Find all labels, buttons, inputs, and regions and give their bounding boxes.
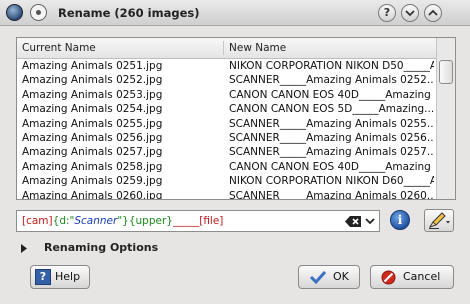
current-name: Amazing Animals 0260.jpg: [22, 189, 163, 200]
new-name: SCANNER_____Amazing Animals 0252...: [229, 74, 434, 87]
column-header-current-name[interactable]: Current Name: [22, 42, 96, 54]
current-name: Amazing Animals 0254.jpg: [22, 103, 163, 116]
new-name: CANON CANON EOS 40D_____Amazing Ani...: [229, 88, 434, 101]
cancel-button[interactable]: Cancel: [370, 265, 454, 289]
current-name: Amazing Animals 0259.jpg: [22, 175, 163, 188]
list-row[interactable]: Amazing Animals 0260.jpg SCANNER_____Amaz…: [17, 189, 437, 200]
rename-preview-list[interactable]: Current Name New Name Amazing Animals 02…: [16, 37, 456, 200]
new-name: CANON CANON EOS 40D_____Amazing Ani...: [229, 160, 434, 173]
info-button[interactable]: i: [390, 210, 410, 230]
pattern-separator: _____: [172, 215, 200, 227]
pattern-token-cam: [cam]: [22, 215, 53, 227]
current-name: Amazing Animals 0252.jpg: [22, 74, 163, 87]
new-name: SCANNER_____Amazing Animals 0255...: [229, 117, 434, 130]
new-name: NIKON CORPORATION NIKON D60_____Amazing.…: [229, 175, 434, 188]
pencil-icon: [428, 212, 450, 229]
chevron-right-icon[interactable]: [20, 244, 28, 253]
list-rows: Amazing Animals 0251.jpg NIKON CORPORATIO…: [17, 59, 437, 200]
title-bar: Rename (260 images) ?: [0, 0, 470, 26]
vertical-scrollbar[interactable]: [436, 38, 455, 199]
list-row[interactable]: Amazing Animals 0252.jpg SCANNER_____Amaz…: [17, 73, 437, 87]
column-separator[interactable]: [223, 41, 224, 55]
list-row[interactable]: Amazing Animals 0259.jpg NIKON CORPORATIO…: [17, 174, 437, 188]
list-row[interactable]: Amazing Animals 0257.jpg SCANNER_____Amaz…: [17, 145, 437, 159]
new-name: SCANNER_____Amazing Animals 0256...: [229, 131, 434, 144]
checkmark-icon: [309, 270, 327, 284]
rename-pattern-input[interactable]: [cam]{d:"Scanner"}{upper}_____[file]: [16, 210, 380, 232]
pattern-modifier-default-open: {d:": [52, 215, 75, 227]
current-name: Amazing Animals 0256.jpg: [22, 131, 163, 144]
ok-button[interactable]: OK: [298, 265, 360, 289]
list-row[interactable]: Amazing Animals 0258.jpg CANON CANON EOS …: [17, 160, 437, 174]
new-name: SCANNER_____Amazing Animals 0257...: [229, 146, 434, 159]
window-title: Rename (260 images): [58, 6, 200, 20]
help-book-icon: ?: [35, 269, 51, 285]
column-header-new-name[interactable]: New Name: [229, 42, 286, 54]
clear-text-icon[interactable]: [345, 216, 361, 227]
help-window-button[interactable]: ?: [378, 4, 396, 22]
pattern-modifier-default-close: "}: [117, 215, 129, 227]
help-button[interactable]: ? Help: [30, 265, 90, 289]
list-row[interactable]: Amazing Animals 0253.jpg CANON CANON EOS …: [17, 88, 437, 102]
chevron-down-icon[interactable]: [365, 218, 375, 225]
chevron-down-icon: [405, 10, 415, 17]
maximize-button[interactable]: [424, 4, 442, 22]
renaming-options-toggle[interactable]: Renaming Options: [44, 241, 158, 254]
pattern-modifier-default-value: Scanner: [74, 215, 118, 227]
current-name: Amazing Animals 0255.jpg: [22, 117, 163, 130]
list-row[interactable]: Amazing Animals 0256.jpg SCANNER_____Amaz…: [17, 131, 437, 145]
window-menu-icon[interactable]: [30, 4, 47, 21]
new-name: SCANNER_____Amazing Animals 0260...: [229, 189, 434, 200]
cancel-button-label: Cancel: [403, 270, 441, 283]
app-icon[interactable]: [6, 4, 23, 21]
list-row[interactable]: Amazing Animals 0254.jpg CANON CANON EOS …: [17, 102, 437, 116]
list-row[interactable]: Amazing Animals 0255.jpg SCANNER_____Amaz…: [17, 117, 437, 131]
current-name: Amazing Animals 0257.jpg: [22, 146, 163, 159]
chevron-up-icon: [428, 9, 438, 16]
cancel-icon: [381, 270, 396, 285]
list-header: Current Name New Name: [17, 38, 437, 59]
current-name: Amazing Animals 0258.jpg: [22, 160, 163, 173]
pattern-token-file: [file]: [199, 215, 224, 227]
new-name: CANON CANON EOS 5D_____Amazing...: [229, 103, 434, 116]
new-name: NIKON CORPORATION NIKON D50_____Amazing.…: [229, 60, 434, 72]
help-button-label: Help: [55, 270, 81, 283]
scrollbar-thumb[interactable]: [439, 60, 453, 84]
pattern-modifier-upper: {upper}: [128, 215, 173, 227]
minimize-button[interactable]: [401, 4, 419, 22]
ok-button-label: OK: [333, 270, 349, 283]
edit-pattern-button[interactable]: [424, 209, 454, 232]
current-name: Amazing Animals 0253.jpg: [22, 88, 163, 101]
list-row[interactable]: Amazing Animals 0251.jpg NIKON CORPORATIO…: [17, 59, 437, 73]
current-name: Amazing Animals 0251.jpg: [22, 60, 163, 72]
